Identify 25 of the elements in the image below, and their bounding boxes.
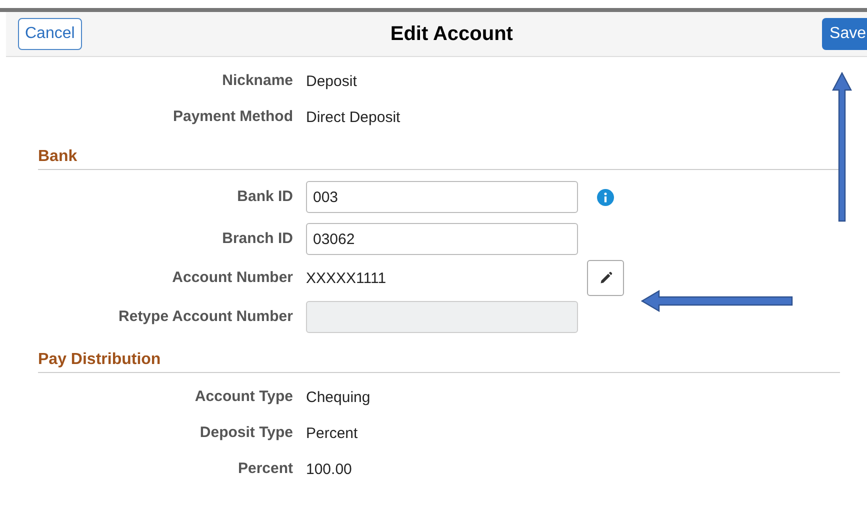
field-value: Percent — [306, 424, 358, 442]
cancel-button[interactable]: Cancel — [18, 18, 82, 50]
field-label: Branch ID — [221, 229, 293, 249]
field-label: Nickname — [221, 71, 293, 91]
field-value: Direct Deposit — [306, 108, 400, 126]
field-label: Bank ID — [236, 187, 293, 207]
input-field[interactable]: 003 — [306, 181, 578, 213]
info-icon[interactable] — [597, 188, 614, 206]
field-value: Deposit — [306, 72, 357, 90]
field-label: Deposit Type — [198, 423, 293, 443]
field-label: Retype Account Number — [118, 307, 293, 327]
input-field[interactable]: 03062 — [306, 223, 578, 255]
field-value: 100.00 — [306, 460, 352, 478]
field-value: Chequing — [306, 388, 370, 406]
section-heading: Pay Distribution — [38, 342, 840, 373]
section-heading: Bank — [38, 139, 840, 170]
field-label: Payment Method — [172, 107, 293, 127]
field-label: Percent — [236, 459, 293, 479]
save-button[interactable]: Save — [822, 18, 867, 50]
field-value: XXXXX1111 — [306, 270, 386, 286]
edit-button[interactable] — [587, 260, 624, 296]
field-label: Account Type — [194, 387, 293, 407]
field-label: Account Number — [171, 268, 293, 288]
page-title: Edit Account — [390, 22, 513, 46]
pencil-icon — [598, 271, 613, 285]
